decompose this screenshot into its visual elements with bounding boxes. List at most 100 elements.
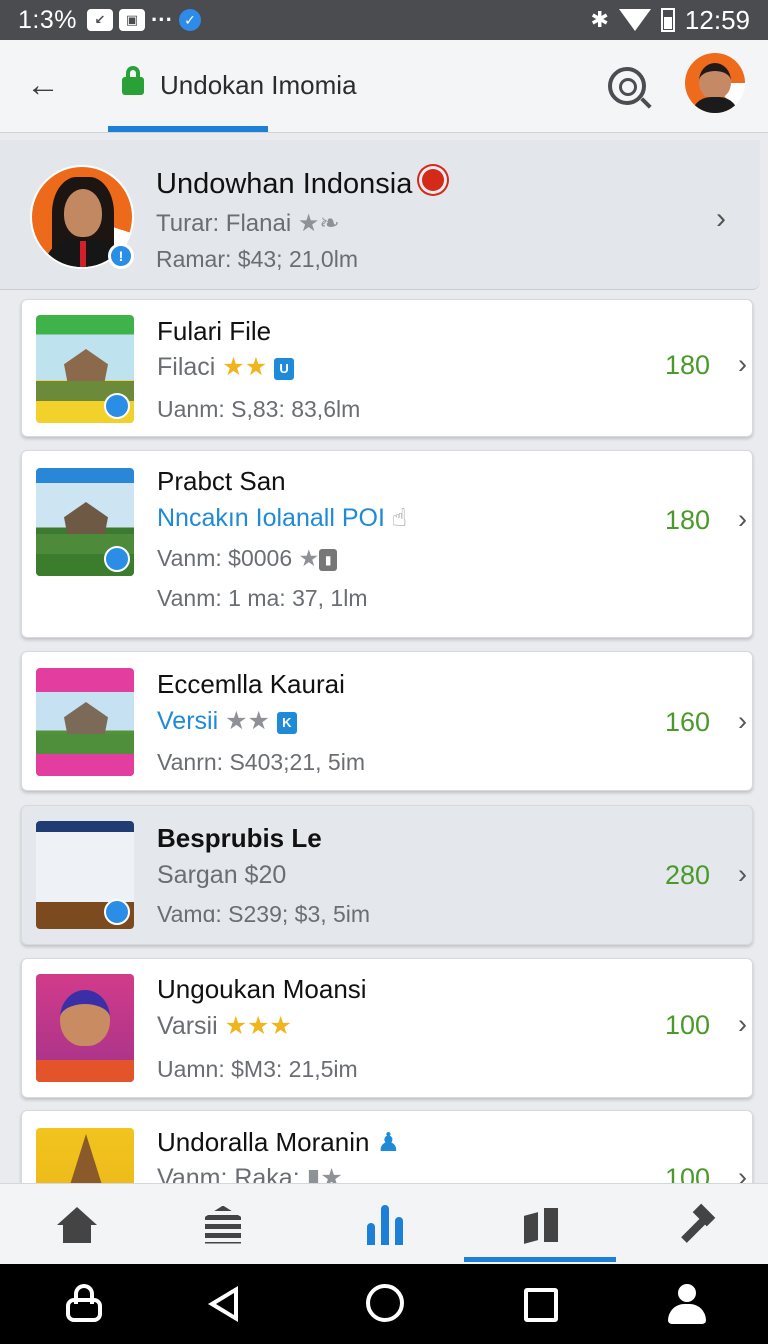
item-subtitle: Sargan $20 xyxy=(157,861,287,889)
home-circle-icon[interactable] xyxy=(366,1284,404,1322)
item-thumbnail xyxy=(36,315,134,423)
item-subtitle: Versii xyxy=(157,707,219,735)
hand-icon: ☝ xyxy=(391,504,408,532)
info-badge-icon: ! xyxy=(108,243,134,269)
item-count: 280 xyxy=(665,860,711,890)
nav-stats[interactable] xyxy=(308,1184,462,1265)
tab-indicator xyxy=(108,126,268,132)
app-bar: ← Undokan Imomia xyxy=(0,40,768,133)
lock-badge-icon: ▮ xyxy=(319,549,338,571)
item-meta-price: Vanm: $0006 xyxy=(157,545,293,571)
nav-library[interactable] xyxy=(464,1184,618,1265)
badge-icon: U xyxy=(274,358,295,380)
item-meta: Vamɑ: S239; $3, 5im xyxy=(157,901,371,927)
hammer-icon xyxy=(676,1207,714,1243)
status-right: ✱ 12:59 xyxy=(590,5,750,36)
chevron-right-icon: › xyxy=(738,1162,747,1183)
profile-meta: Ramar: $43; 21,0lm xyxy=(156,246,358,272)
item-meta: Vanm: 1 ma: 37, 1lm xyxy=(157,585,368,611)
item-thumbnail xyxy=(36,1128,134,1183)
nav-home[interactable] xyxy=(0,1184,154,1265)
profile-card[interactable]: ! Undowhan Indonsia Turar: Flanai ★❧ Ram… xyxy=(0,140,760,290)
item-title: Besprubis Le xyxy=(157,823,322,853)
item-list: Fulari File Filaci ★★ U Uanm: S,83: 83,6… xyxy=(0,290,768,1183)
nav-tools[interactable] xyxy=(618,1184,768,1265)
profile-name: Undowhan Indonsia xyxy=(156,168,413,200)
star-icon: ★★ xyxy=(222,353,268,381)
item-meta-row: Vanm: $0006 ★ ▮ xyxy=(157,545,338,572)
recent-apps-icon[interactable] xyxy=(524,1288,558,1322)
system-nav-bar xyxy=(0,1264,768,1344)
item-subtitle-row: Filaci ★★ U xyxy=(157,352,295,382)
item-subtitle: Filaci xyxy=(157,353,216,381)
lock-icon[interactable] xyxy=(66,1284,102,1324)
item-thumbnail xyxy=(36,468,134,576)
item-subtitle: Vanm: Raka: xyxy=(157,1164,300,1183)
profile-subtitle: Turar: Flanai xyxy=(156,210,292,237)
star-icon: ▮★ xyxy=(306,1164,343,1183)
badge-icon: K xyxy=(276,712,297,734)
wifi-icon xyxy=(618,9,651,31)
status-time-right: 12:59 xyxy=(684,4,750,35)
item-subtitle-row: Nncakın Iolanall POI ☝ xyxy=(157,503,407,533)
item-thumbnail xyxy=(36,821,134,929)
status-bar: 1:3% ↙ ▣ ··· ✓ ✱ 12:59 xyxy=(0,0,768,40)
notification-icon: ↙ xyxy=(86,9,113,31)
bluetooth-icon: ✱ xyxy=(590,7,609,32)
star-icon: ★ xyxy=(298,545,320,571)
item-count: 180 xyxy=(665,350,711,380)
layers-icon xyxy=(205,1205,241,1244)
home-icon xyxy=(57,1206,97,1243)
back-triangle-icon[interactable] xyxy=(208,1286,238,1322)
list-item[interactable]: Eccemlla Kaurai Versii ★★ K Vanrn: S403;… xyxy=(21,651,753,791)
star-icon: ★★★ xyxy=(224,1012,292,1040)
sun-emblem-icon xyxy=(422,169,445,191)
figure-icon: ♟ xyxy=(376,1127,400,1157)
list-item[interactable]: Undoralla Moranin ♟ Vanm: Raka: ▮★ 100 › xyxy=(21,1110,753,1183)
search-icon[interactable] xyxy=(608,67,646,105)
rating-star-icon: ★ xyxy=(297,210,320,237)
profile-subtitle-row: Turar: Flanai ★❧ xyxy=(156,209,339,238)
image-icon: ▣ xyxy=(118,9,145,31)
item-thumbnail xyxy=(36,668,134,776)
chevron-right-icon: › xyxy=(738,504,747,534)
list-item[interactable]: Prabct San Nncakın Iolanall POI ☝ Vanm: … xyxy=(21,450,753,638)
item-subtitle-row: Varsii ★★★ xyxy=(157,1011,292,1041)
item-thumbnail xyxy=(36,974,134,1082)
list-item[interactable]: Besprubis Le Sargan $20 Vamɑ: S239; $3, … xyxy=(21,805,753,945)
chevron-right-icon: › xyxy=(738,859,747,889)
leaf-icon: ❧ xyxy=(319,210,340,237)
item-title-row: Undoralla Moranin ♟ xyxy=(157,1127,400,1158)
chevron-right-icon: › xyxy=(716,202,726,235)
back-arrow-icon[interactable]: ← xyxy=(26,66,60,105)
page-title: Undokan Imomia xyxy=(160,70,357,100)
bar-chart-icon xyxy=(367,1204,403,1245)
item-title: Prabct San xyxy=(157,466,286,496)
status-notification-icons: ↙ ▣ ··· ✓ xyxy=(86,7,201,33)
item-count: 100 xyxy=(665,1010,711,1040)
profile-name-row: Undowhan Indonsia xyxy=(156,168,445,201)
chevron-right-icon: › xyxy=(738,1009,747,1039)
battery-icon xyxy=(660,8,675,32)
user-avatar[interactable] xyxy=(685,53,745,113)
item-title: Undoralla Moranin xyxy=(157,1127,370,1157)
status-time-left: 1:3% xyxy=(18,5,77,34)
item-count: 160 xyxy=(665,707,711,737)
item-title: Eccemlla Kaurai xyxy=(157,669,345,699)
list-item[interactable]: Ungoukan Moansi Varsii ★★★ Uamn: $M3: 21… xyxy=(21,958,753,1098)
list-item[interactable]: Fulari File Filaci ★★ U Uanm: S,83: 83,6… xyxy=(21,299,753,437)
verified-check-icon: ✓ xyxy=(178,9,201,31)
person-icon[interactable] xyxy=(668,1284,706,1324)
item-subtitle-row: Vanm: Raka: ▮★ xyxy=(157,1163,343,1183)
item-meta: Uamn: $M3: 21,5im xyxy=(157,1056,358,1082)
chevron-right-icon: › xyxy=(738,349,747,379)
more-dots: ··· xyxy=(150,7,173,32)
chevron-right-icon: › xyxy=(738,706,747,736)
lock-icon xyxy=(122,66,144,96)
book-icon xyxy=(524,1207,558,1242)
item-meta: Vanrn: S403;21, 5im xyxy=(157,749,365,775)
nav-active-indicator xyxy=(464,1257,616,1262)
item-title: Ungoukan Moansi xyxy=(157,974,367,1004)
item-subtitle: Varsii xyxy=(157,1012,218,1040)
nav-layers[interactable] xyxy=(146,1184,300,1265)
